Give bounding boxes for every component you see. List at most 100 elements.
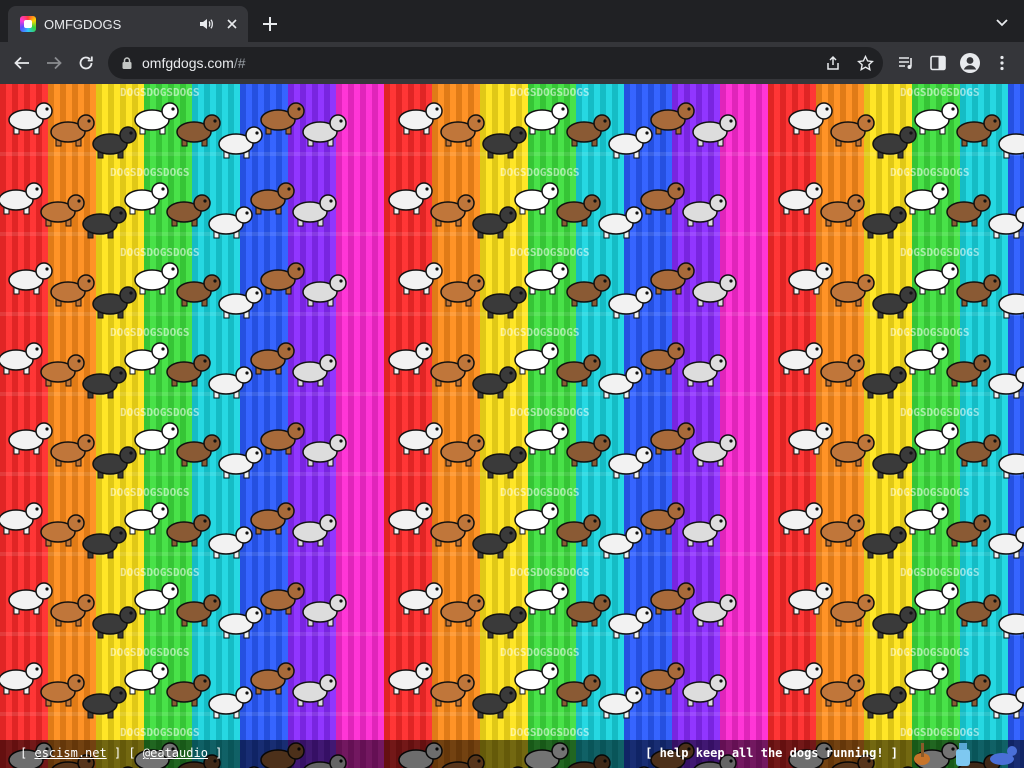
running-dog: [830, 114, 875, 147]
running-dog: [208, 366, 253, 399]
running-dog: [692, 274, 737, 307]
profile-button[interactable]: [958, 51, 982, 75]
running-dog: [914, 582, 959, 615]
running-dog: [514, 502, 559, 535]
running-dog: [260, 102, 305, 135]
bracket-close: ]: [113, 746, 122, 760]
running-dog: [788, 102, 833, 135]
running-dog: [388, 342, 433, 375]
running-dog: [566, 594, 611, 627]
running-dog: [862, 366, 907, 399]
running-dog: [8, 422, 53, 455]
dogs-tile-text: DOGSDOGSDOGS: [120, 566, 199, 579]
running-dog: [40, 194, 85, 227]
running-dog: [92, 606, 137, 639]
running-dog: [956, 594, 1001, 627]
running-dog: [0, 342, 43, 375]
running-dog: [134, 422, 179, 455]
running-dog: [218, 606, 263, 639]
running-dog: [218, 126, 263, 159]
dogs-tile-text: DOGSDOGSDOGS: [900, 406, 979, 419]
running-dog: [914, 262, 959, 295]
running-dog: [904, 182, 949, 215]
running-dog: [50, 594, 95, 627]
browser-menu-button[interactable]: [990, 51, 1014, 75]
running-dog: [250, 342, 295, 375]
running-dog: [872, 446, 917, 479]
running-dog: [820, 354, 865, 387]
running-dog: [0, 502, 43, 535]
running-dog: [388, 182, 433, 215]
running-dog: [208, 526, 253, 559]
running-dog: [566, 114, 611, 147]
dog-pack-row: DOGSDOGSDOGS DOGSDOGSDOGS DOGSDOGSDOGS: [0, 486, 1024, 559]
running-dog: [862, 206, 907, 239]
bookmark-button[interactable]: [853, 51, 877, 75]
dogs-tile-text: DOGSDOGSDOGS: [120, 406, 199, 419]
running-dog: [988, 686, 1024, 719]
running-dog: [566, 274, 611, 307]
running-dog: [946, 354, 991, 387]
running-dog: [176, 114, 221, 147]
dogs-tile-text: DOGSDOGSDOGS: [120, 246, 199, 259]
running-dog: [50, 434, 95, 467]
running-dog: [608, 286, 653, 319]
running-dog: [430, 514, 475, 547]
dog-pack-row: DOGSDOGSDOGS DOGSDOGSDOGS DOGSDOGSDOGS: [8, 246, 1024, 319]
running-dog: [650, 422, 695, 455]
guitar-icon[interactable]: [914, 743, 930, 765]
dogs-tile-text: DOGSDOGSDOGS: [120, 86, 199, 99]
running-dog: [608, 126, 653, 159]
dog-icon[interactable]: [990, 746, 1017, 765]
running-dog: [166, 194, 211, 227]
page-footer: [ escism.net ] [ @eataudio ] [ help keep…: [0, 740, 1024, 768]
running-dog: [482, 606, 527, 639]
running-dog: [398, 422, 443, 455]
lock-icon[interactable]: [120, 56, 134, 70]
media-control-icon: [899, 57, 912, 69]
side-panel-button[interactable]: [926, 51, 950, 75]
close-icon[interactable]: [224, 16, 240, 32]
plus-icon[interactable]: [258, 12, 282, 36]
back-button[interactable]: [10, 51, 34, 75]
running-dog: [134, 582, 179, 615]
help-keep-dogs-running-link[interactable]: [ help keep all the dogs running! ]: [645, 746, 898, 760]
share-icon: [827, 55, 839, 70]
running-dog: [998, 453, 1024, 479]
running-dog: [556, 194, 601, 227]
running-dog: [988, 366, 1024, 399]
eataudio-link[interactable]: @eataudio: [143, 746, 208, 760]
dogs-tile-text: DOGSDOGSDOGS: [890, 326, 969, 339]
running-dog: [260, 262, 305, 295]
address-bar[interactable]: omfgdogs.com/#: [108, 47, 883, 79]
running-dog: [134, 262, 179, 295]
forward-button[interactable]: [42, 51, 66, 75]
browser-tab[interactable]: OMFGDOGS: [8, 6, 248, 42]
escism-link[interactable]: escism.net: [34, 746, 106, 760]
dogs-tile-text: DOGSDOGSDOGS: [110, 326, 189, 339]
share-button[interactable]: [821, 51, 845, 75]
running-dog: [124, 182, 169, 215]
dogs-tile-text: DOGSDOGSDOGS: [120, 726, 199, 739]
arrow-right-icon: [47, 56, 62, 70]
running-dog: [946, 674, 991, 707]
donate-bottle-icon[interactable]: [956, 743, 970, 766]
running-dog: [398, 102, 443, 135]
running-dog: [218, 286, 263, 319]
running-dog: [608, 446, 653, 479]
reload-button[interactable]: [74, 51, 98, 75]
running-dog: [472, 686, 517, 719]
running-dog: [682, 194, 727, 227]
dogs-tile-text: DOGSDOGSDOGS: [900, 86, 979, 99]
speaker-icon[interactable]: [198, 16, 214, 32]
running-dog: [640, 182, 685, 215]
running-dog: [0, 662, 43, 695]
running-dog: [472, 206, 517, 239]
running-dog: [388, 502, 433, 535]
media-control-button[interactable]: [894, 51, 918, 75]
dog-pack-row: DOGSDOGSDOGS DOGSDOGSDOGS DOGSDOGSDOGS: [0, 646, 1024, 719]
chevron-down-icon[interactable]: [992, 12, 1012, 32]
running-dog: [218, 446, 263, 479]
running-dog: [820, 194, 865, 227]
running-dog: [778, 182, 823, 215]
